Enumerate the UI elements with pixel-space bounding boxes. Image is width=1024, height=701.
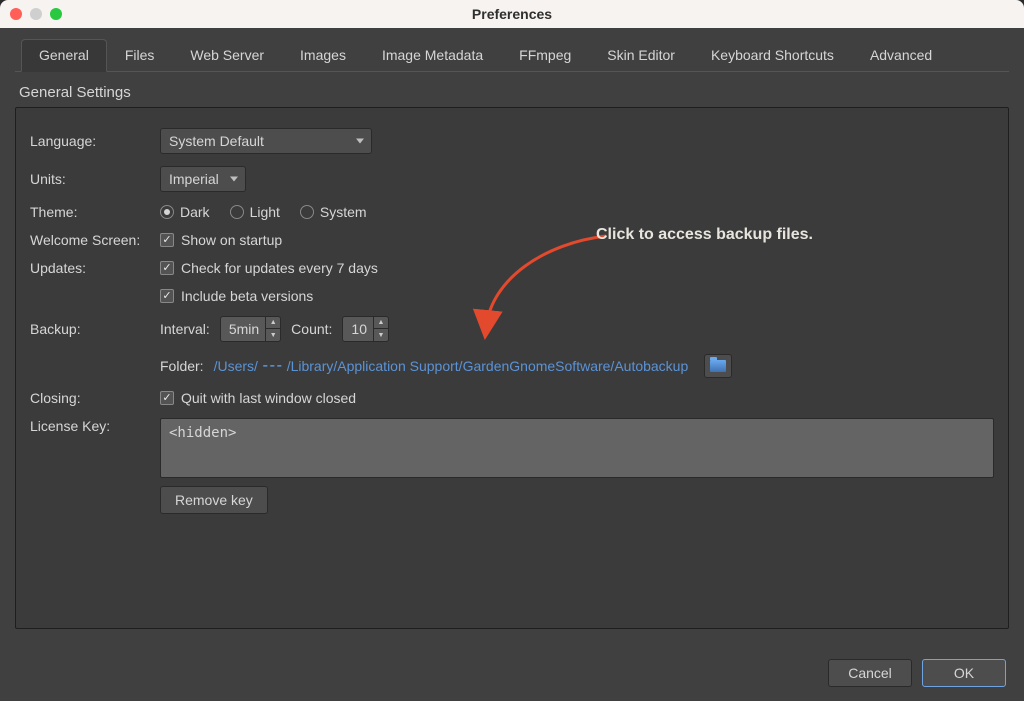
backup-label: Backup: [30,321,160,337]
minimize-icon[interactable] [30,8,42,20]
tabbar: General Files Web Server Images Image Me… [15,38,1009,72]
backup-count-label: Count: [291,321,332,337]
units-select[interactable]: Imperial [160,166,246,192]
tab-ffmpeg[interactable]: FFmpeg [501,39,589,72]
updates-label: Updates: [30,260,160,276]
language-label: Language: [30,133,160,149]
closing-label: Closing: [30,390,160,406]
stepper-up-icon[interactable]: ▲ [266,317,280,329]
annotation-text: Click to access backup files. [596,226,813,244]
updates-check-checkbox[interactable]: ✓Check for updates every 7 days [160,260,378,276]
language-value: System Default [169,133,264,149]
theme-radio-dark[interactable]: Dark [160,204,210,220]
tab-web-server[interactable]: Web Server [172,39,282,72]
window-body: General Files Web Server Images Image Me… [0,28,1024,701]
backup-folder-link[interactable]: /Users/ ⁃⁃⁃ /Library/Application Support… [214,358,689,375]
backup-interval-stepper[interactable]: 5min ▲▼ [220,316,281,342]
language-select[interactable]: System Default [160,128,372,154]
stepper-up-icon[interactable]: ▲ [374,317,388,329]
zoom-icon[interactable] [50,8,62,20]
tab-keyboard-shortcuts[interactable]: Keyboard Shortcuts [693,39,852,72]
units-value: Imperial [169,171,219,187]
backup-folder-label: Folder: [160,358,204,374]
stepper-down-icon[interactable]: ▼ [374,329,388,341]
closing-quit-checkbox[interactable]: ✓Quit with last window closed [160,390,356,406]
chevron-down-icon [230,177,238,182]
license-key-field[interactable] [160,418,994,478]
theme-radio-light[interactable]: Light [230,204,280,220]
dialog-button-row: Cancel OK [828,659,1006,687]
stepper-down-icon[interactable]: ▼ [266,329,280,341]
general-panel: Language: System Default Units: Imperial… [15,107,1009,629]
theme-label: Theme: [30,204,160,220]
welcome-label: Welcome Screen: [30,232,160,248]
section-title: General Settings [15,72,1009,107]
window-title: Preferences [0,6,1024,22]
tab-advanced[interactable]: Advanced [852,39,950,72]
tab-images[interactable]: Images [282,39,364,72]
backup-interval-label: Interval: [160,321,210,337]
units-label: Units: [30,171,160,187]
traffic-lights [10,8,62,20]
ok-button[interactable]: OK [922,659,1006,687]
tab-general[interactable]: General [21,39,107,72]
tab-image-metadata[interactable]: Image Metadata [364,39,501,72]
close-icon[interactable] [10,8,22,20]
tab-skin-editor[interactable]: Skin Editor [589,39,693,72]
cancel-button[interactable]: Cancel [828,659,912,687]
chevron-down-icon [356,139,364,144]
license-label: License Key: [30,418,160,434]
updates-beta-checkbox[interactable]: ✓Include beta versions [160,288,313,304]
remove-key-button[interactable]: Remove key [160,486,268,514]
welcome-show-checkbox[interactable]: ✓Show on startup [160,232,282,248]
folder-icon [710,360,726,372]
theme-radio-system[interactable]: System [300,204,367,220]
open-folder-button[interactable] [704,354,732,378]
window-titlebar: Preferences [0,0,1024,28]
backup-count-stepper[interactable]: 10 ▲▼ [342,316,389,342]
tab-files[interactable]: Files [107,39,173,72]
